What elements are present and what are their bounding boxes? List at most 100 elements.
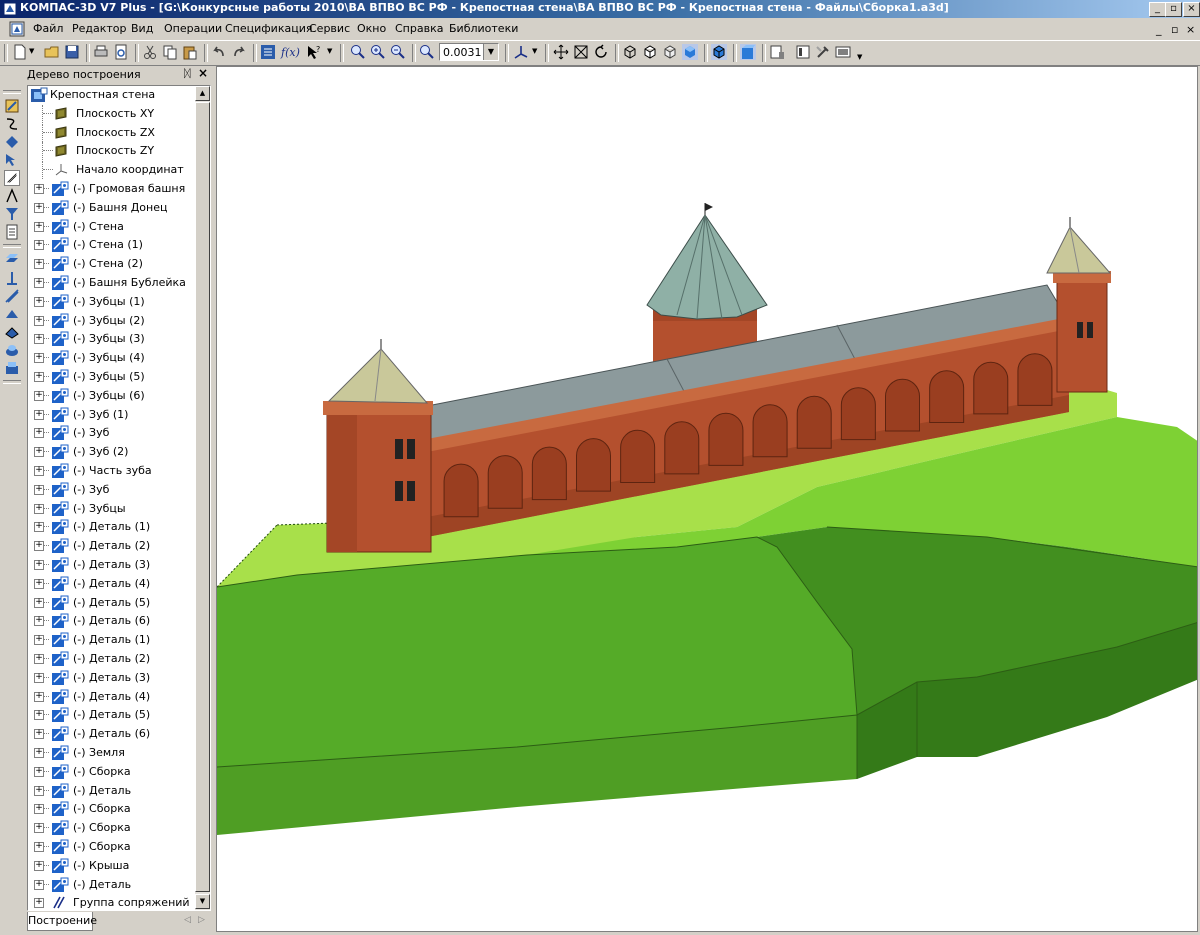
print-icon[interactable] [93,44,109,60]
zoom-in-icon[interactable] [370,44,386,60]
rotation-op-icon[interactable] [4,270,20,286]
scroll-up-button[interactable]: ▲ [195,86,210,101]
expand-icon[interactable]: + [34,296,44,307]
tree-component-item[interactable]: + (-) Сборка [28,763,193,781]
tree-component-item[interactable]: + (-) Деталь (4) [28,688,193,706]
pin-icon[interactable]: ᛞ [184,67,191,80]
expand-icon[interactable]: + [34,879,44,890]
fillet-icon[interactable] [4,306,20,322]
mdi-minimize-button[interactable]: _ [1156,23,1162,36]
rotate-icon[interactable] [593,44,609,60]
tree-component-item[interactable]: + (-) Зубцы (1) [28,293,193,311]
menu-editor[interactable]: Редактор [72,22,127,35]
geometry-panel-icon[interactable] [4,98,20,114]
expand-icon[interactable]: + [34,710,44,721]
redo-icon[interactable] [231,44,247,60]
function-icon[interactable]: f(x) [280,44,300,60]
zoom-fit-icon[interactable] [573,44,589,60]
extrude-icon[interactable] [4,252,20,268]
tree-component-item[interactable]: + (-) Сборка [28,800,193,818]
array-icon[interactable] [4,360,20,376]
build-tree[interactable]: Крепостная стена Плоскость XY Плоскость ZX… [27,85,211,911]
close-panel-icon[interactable]: × [198,66,208,80]
tree-component-item[interactable]: + (-) Стена [28,218,193,236]
library-manager-icon[interactable] [795,44,811,60]
expand-icon[interactable]: + [34,729,44,740]
tree-component-item[interactable]: + (-) Деталь [28,876,193,894]
expand-icon[interactable]: + [34,804,44,815]
filter-icon[interactable] [4,206,20,222]
tree-component-item[interactable]: + (-) Зуб (1) [28,406,193,424]
orientation-icon[interactable] [513,44,529,60]
tree-mates-item[interactable]: + Группа сопряжений [28,894,193,910]
minimize-button[interactable]: _ [1149,2,1166,17]
tree-component-item[interactable]: + (-) Деталь (3) [28,556,193,574]
expand-icon[interactable]: + [34,353,44,364]
menu-libraries[interactable]: Библиотеки [449,22,518,35]
expand-icon[interactable]: + [34,654,44,664]
new-document-icon[interactable] [12,44,28,60]
sketch-icon[interactable] [4,116,20,132]
display-icon[interactable] [835,44,851,60]
tree-component-item[interactable]: + (-) Деталь (2) [28,537,193,555]
tree-component-item[interactable]: + (-) Зубцы (3) [28,330,193,348]
document-system-icon[interactable] [9,21,25,37]
zoom-window-icon[interactable] [350,44,366,60]
expand-icon[interactable]: + [34,578,44,589]
help-dropdown-icon[interactable]: ▼ [327,47,332,55]
tree-component-item[interactable]: + (-) Крыша [28,857,193,875]
pan-icon[interactable] [553,44,569,60]
toolbar-grip[interactable] [4,44,8,62]
tree-component-item[interactable]: + (-) Зуб [28,424,193,442]
tree-component-item[interactable]: + (-) Деталь (5) [28,706,193,724]
menu-operations[interactable]: Операции [164,22,222,35]
expand-icon[interactable]: + [34,842,44,852]
menu-view[interactable]: Вид [131,22,153,35]
shaded-edges-icon[interactable] [711,44,727,60]
expand-icon[interactable]: + [34,635,44,646]
hidden-lines-thin-icon[interactable] [662,44,678,60]
shell-icon[interactable] [4,324,20,340]
variables-icon[interactable] [260,44,276,60]
expand-icon[interactable]: + [34,522,44,533]
expand-icon[interactable]: + [34,202,44,213]
expand-icon[interactable]: + [34,447,44,458]
scroll-thumb[interactable] [195,102,210,892]
menu-file[interactable]: Файл [33,22,63,35]
expand-icon[interactable]: + [34,503,44,514]
print-preview-icon[interactable] [113,44,129,60]
orientation-dropdown-icon[interactable]: ▼ [532,47,537,55]
expand-icon[interactable]: + [34,898,44,909]
menu-window[interactable]: Окно [357,22,386,35]
scroll-down-button[interactable]: ▼ [195,894,210,909]
wireframe-icon[interactable] [622,44,638,60]
maximize-button[interactable]: ▫ [1165,2,1182,17]
menu-help[interactable]: Справка [395,22,443,35]
cut-icon[interactable] [142,44,158,60]
tree-component-item[interactable]: + (-) Зубцы [28,500,193,518]
copy-icon[interactable] [162,44,178,60]
expand-icon[interactable]: + [34,560,44,570]
menu-specification[interactable]: Спецификация [225,22,312,35]
tree-scrollbar[interactable]: ▲ ▼ [195,86,210,910]
tree-component-item[interactable]: + (-) Часть зуба [28,462,193,480]
zoom-out-icon[interactable] [390,44,406,60]
expand-icon[interactable]: + [34,766,44,777]
expand-icon[interactable]: + [34,428,44,439]
zoom-dropdown-button[interactable]: ▼ [483,44,498,60]
tree-component-item[interactable]: + (-) Башня Донец [28,199,193,217]
tab-next-icon[interactable]: ▷ [198,915,205,925]
expand-icon[interactable]: + [34,334,44,345]
tree-component-item[interactable]: + (-) Стена (2) [28,255,193,273]
tree-component-item[interactable]: + (-) Деталь (4) [28,575,193,593]
tree-component-item[interactable]: + (-) Деталь (6) [28,612,193,630]
save-icon[interactable] [64,44,80,60]
open-folder-icon[interactable] [44,44,60,60]
close-window-button[interactable]: × [1183,2,1200,17]
tree-component-item[interactable]: + (-) Сборка [28,838,193,856]
tab-prev-icon[interactable]: ◁ [184,915,191,925]
mdi-restore-button[interactable]: ▫ [1171,23,1178,36]
edit-part-icon[interactable] [4,134,20,150]
expand-icon[interactable]: + [34,748,44,758]
tools-icon[interactable] [815,44,831,60]
